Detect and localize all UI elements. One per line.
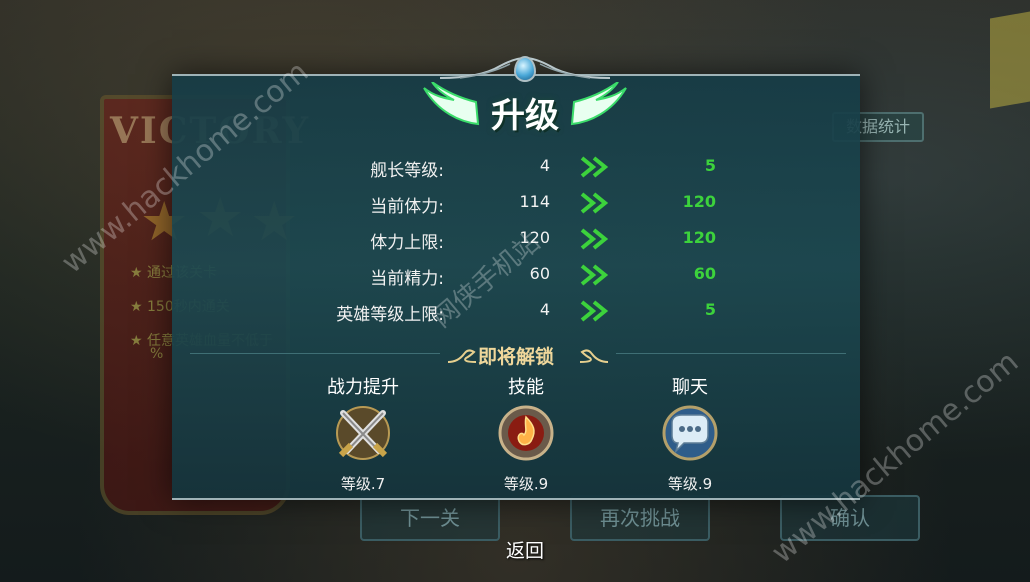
stat-label: 当前体力: [370,197,444,217]
ornament-icon [448,349,476,363]
stat-row-hero-level-cap: 英雄等级上限: 4 5 [290,298,740,328]
feature-level: 等级.9 [667,475,713,493]
skill-flame-icon [498,405,554,461]
victory-condition-tail: % [150,346,164,362]
feature-level: 等级.7 [340,475,386,493]
feature-name: 聊天 [672,377,708,398]
unlock-feature-skill: 技能 等级.9 [466,373,586,494]
unlock-feature-power: 战力提升 等级.7 [303,373,423,494]
crossed-swords-icon [336,406,390,460]
stat-new-value: 5 [704,156,716,175]
stat-old-value: 114 [519,192,550,211]
chat-bubble-icon [662,405,718,461]
stat-new-value: 5 [704,300,716,319]
feature-name: 技能 [508,377,544,398]
back-button[interactable]: 返回 [490,536,560,563]
stat-label: 舰长等级: [370,161,444,181]
double-arrow-icon [580,264,609,286]
wing-icon [570,82,627,126]
gem-icon [514,56,536,82]
flag [990,11,1030,109]
dialog-title: 升级 [491,96,559,136]
stat-label: 体力上限: [370,233,444,253]
unlock-header-text: 即将解锁 [478,346,555,368]
stat-label: 当前精力: [370,269,444,289]
stat-new-value: 60 [693,264,716,283]
retry-button[interactable]: 再次挑战 [570,495,710,541]
dialog-title-row: 升级 [420,82,630,138]
wing-icon [423,82,480,126]
divider [616,353,846,354]
divider [190,353,440,354]
double-arrow-icon [580,300,609,322]
double-arrow-icon [580,192,609,214]
stat-old-value: 4 [539,156,550,175]
unlock-header: 即将解锁 [448,342,608,368]
double-arrow-icon [580,156,609,178]
feature-level: 等级.9 [503,475,549,493]
feature-name: 战力提升 [327,377,399,398]
double-arrow-icon [580,228,609,250]
stat-row-current-stamina: 当前体力: 114 120 [290,190,740,220]
ornament-icon [580,349,608,363]
stat-new-value: 120 [682,192,716,211]
unlock-feature-chat: 聊天 等级.9 [630,373,750,494]
stat-row-captain-level: 舰长等级: 4 5 [290,154,740,184]
stat-new-value: 120 [682,228,716,247]
next-stage-button[interactable]: 下一关 [360,495,500,541]
stat-old-value: 4 [539,300,550,319]
